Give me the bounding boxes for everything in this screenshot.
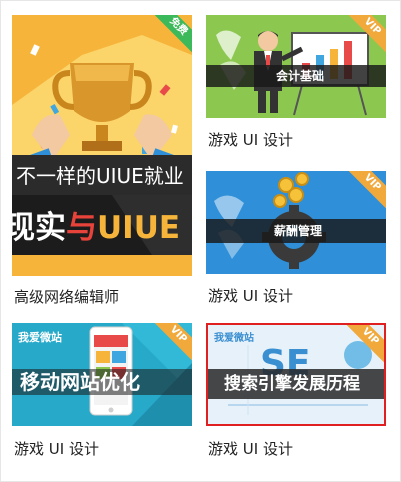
course-title-1[interactable]: 高级网络编辑师 <box>14 286 119 307</box>
course-banner-4: 移动网站优化 <box>12 369 192 395</box>
course-banner-line2: 现实与UIUE <box>12 202 180 247</box>
banner-word-uiue: UIUE <box>97 210 181 246</box>
course-card-2[interactable]: 会计基础 VIP 游戏 UI 设计 <box>206 15 386 155</box>
course-thumbnail-1[interactable]: 不一样的UIUE就业 现实与UIUE 免费 <box>12 15 192 276</box>
course-thumbnail-4[interactable]: 我爱微站 移动网站优化 VIP <box>12 323 192 426</box>
banner-word-and: 与 <box>66 210 97 246</box>
course-thumbnail-5[interactable]: SE 我爱微站 搜索引擎发展历程 VIP <box>206 323 386 426</box>
course-card-3[interactable]: 薪酬管理 VIP 游戏 UI 设计 <box>206 171 386 311</box>
course-title-3[interactable]: 游戏 UI 设计 <box>208 285 293 306</box>
course-banner-3: 薪酬管理 <box>206 219 386 243</box>
course-banner-5: 搜索引擎发展历程 <box>208 369 384 399</box>
site-logo-4: 我爱微站 <box>18 331 62 344</box>
course-card-1[interactable]: 不一样的UIUE就业 现实与UIUE 免费 高级网络编辑师 <box>12 15 192 307</box>
course-card-5[interactable]: SE 我爱微站 搜索引擎发展历程 VIP 游戏 UI 设计 <box>206 323 386 463</box>
course-thumbnail-3[interactable]: 薪酬管理 VIP <box>206 171 386 274</box>
banner-word-reality: 现实 <box>12 210 66 246</box>
course-banner-line1: 不一样的UIUE就业 <box>16 164 184 188</box>
site-logo-5: 我爱微站 <box>214 333 254 344</box>
course-grid: 不一样的UIUE就业 现实与UIUE 免费 高级网络编辑师 会计基础 VIP 游… <box>0 0 401 482</box>
course-banner-2: 会计基础 <box>206 65 386 87</box>
course-title-4[interactable]: 游戏 UI 设计 <box>14 438 99 459</box>
course-title-2[interactable]: 游戏 UI 设计 <box>208 129 293 150</box>
course-thumbnail-2[interactable]: 会计基础 VIP <box>206 15 386 118</box>
course-card-4[interactable]: 我爱微站 移动网站优化 VIP 游戏 UI 设计 <box>12 323 192 463</box>
course-title-5[interactable]: 游戏 UI 设计 <box>208 438 293 459</box>
